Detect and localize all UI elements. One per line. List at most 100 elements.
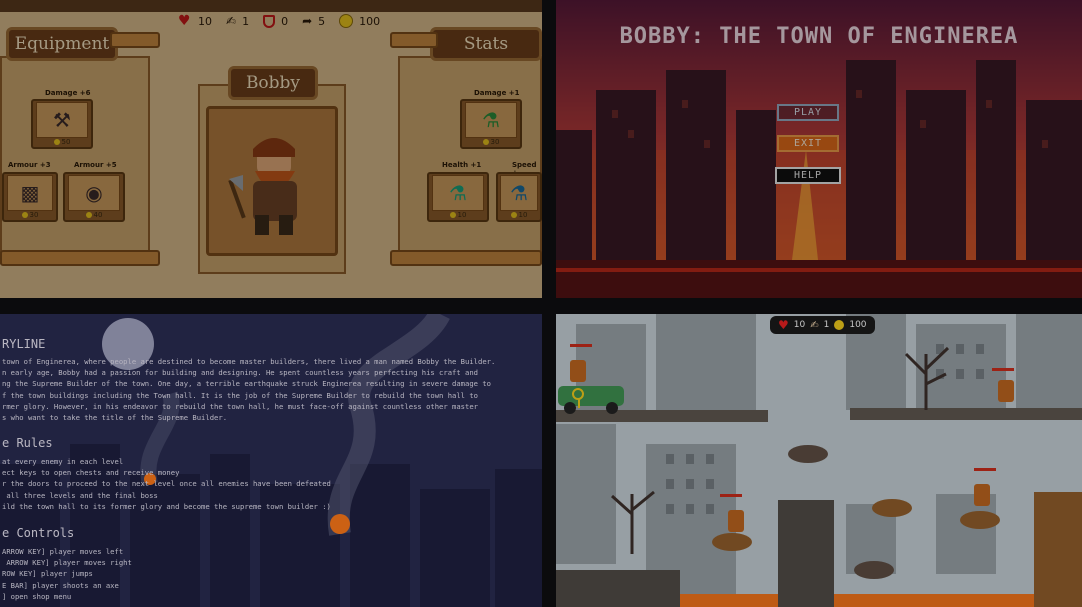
hud-health-value: 10: [793, 320, 806, 330]
storyline-heading: RYLINE: [2, 337, 46, 351]
shop-item-health-potion[interactable]: ⚗ 10: [427, 172, 489, 222]
item-price: 30: [21, 211, 39, 219]
shop-item-speed-potion[interactable]: ⚗ 10: [496, 172, 542, 222]
item-label: Health +1: [442, 161, 482, 169]
item-label: Damage +6: [45, 89, 91, 97]
hud-gold-value: 100: [359, 14, 381, 28]
character-portrait: [206, 106, 338, 256]
item-price: 40: [85, 211, 103, 219]
hud-armour-value: 0: [281, 14, 289, 28]
armour-shield-icon: [263, 14, 276, 28]
stats-scroll-roll-top: [390, 32, 438, 48]
gold-coin-icon: [510, 212, 517, 218]
wooden-shield-icon: ▩: [7, 175, 53, 211]
help-label: HELP: [793, 170, 823, 181]
gold-coin-icon: [53, 139, 60, 145]
item-price: 10: [449, 211, 467, 219]
storyline-line: n early age, Bobby had a passion for bui…: [2, 368, 478, 378]
shop-item-strength-potion[interactable]: ⚗ 30: [460, 99, 522, 149]
gold-coin-icon: [482, 139, 489, 145]
item-price-value: 30: [490, 138, 500, 146]
hud-speed-value: 5: [318, 14, 326, 28]
storyline-text: town of Enginerea, where people are dest…: [2, 356, 495, 423]
item-price-value: 40: [93, 211, 103, 219]
shop-item-round-shield[interactable]: ◉ 40: [63, 172, 125, 222]
speed-potion-icon: ⚗: [500, 175, 538, 211]
stats-title: Stats: [463, 34, 509, 54]
round-shield-icon: ◉: [68, 175, 120, 211]
shop-item-battle-axe[interactable]: ⚒ 50: [31, 99, 93, 149]
level-scene: [556, 314, 1082, 607]
item-price-value: 10: [457, 211, 467, 219]
health-potion-icon: ⚗: [432, 175, 484, 211]
stats-scroll: [398, 56, 542, 264]
item-price: 50: [53, 138, 71, 146]
level-hud: ♥ 10 ✍ 1 100: [770, 316, 875, 334]
gold-coin-icon: [21, 212, 28, 218]
gold-coin-icon: [339, 14, 354, 28]
rules-heading: e Rules: [2, 436, 53, 450]
controls-text: ARROW KEY] player moves left ARROW KEY] …: [2, 546, 132, 602]
strength-arm-icon: ✍: [810, 319, 819, 331]
strength-potion-icon: ⚗: [465, 102, 517, 138]
controls-heading: e Controls: [2, 526, 75, 540]
rule-line: ect keys to open chests and receive mone…: [2, 468, 180, 478]
shop-top-border: [0, 0, 542, 12]
rule-line: ild the town hall to its former glory an…: [2, 501, 331, 511]
gold-coin-icon: [834, 320, 845, 330]
stats-banner: Stats: [430, 27, 542, 61]
hud-health-value: 10: [198, 14, 212, 28]
hud-strength-value: 1: [242, 14, 250, 28]
hud-gold-value: 100: [849, 320, 867, 330]
gold-coin-icon: [449, 212, 456, 218]
rule-line: r the doors to proceed to the next level…: [2, 479, 331, 489]
item-price: 30: [482, 138, 500, 146]
control-line: ROW KEY] player jumps: [2, 569, 93, 579]
help-button[interactable]: HELP: [775, 167, 841, 184]
play-label: PLAY: [793, 107, 823, 118]
hud-strength-value: 1: [823, 320, 830, 330]
control-line: ARROW KEY] player moves left: [2, 547, 124, 556]
shop-item-wooden-shield[interactable]: ▩ 30: [2, 172, 58, 222]
control-line: E BAR] player shoots an axe: [2, 580, 119, 590]
story-help-screen: RYLINE town of Enginerea, where people a…: [0, 314, 542, 607]
exit-label: EXIT: [793, 138, 823, 149]
storyline-line: town of Enginerea, where people are dest…: [2, 357, 496, 366]
item-price-value: 10: [518, 211, 528, 219]
item-label: Armour +3: [8, 161, 51, 169]
heart-icon: ♥: [178, 13, 191, 29]
rule-line: all three levels and the final boss: [2, 490, 158, 500]
rules-text: at every enemy in each level ect keys to…: [2, 456, 331, 512]
item-price-value: 50: [61, 138, 71, 146]
speed-runner-icon: ➦: [302, 14, 313, 28]
storyline-line: f the town buildings including the Town …: [2, 390, 478, 400]
dwarf-builder-icon: [228, 138, 297, 235]
item-price-value: 30: [29, 211, 39, 219]
equipment-banner: Equipment: [6, 27, 118, 61]
gold-coin-icon: [85, 212, 92, 218]
equipment-scroll-roll: [0, 250, 160, 266]
exit-button[interactable]: EXIT: [777, 135, 839, 152]
equipment-scroll-roll-top: [110, 32, 160, 48]
control-line: ] open shop menu: [2, 591, 72, 601]
heart-icon: ♥: [778, 318, 789, 332]
storyline-line: rmer glory. However, in his endeavor to …: [2, 401, 478, 411]
equipment-title: Equipment: [14, 34, 110, 54]
shop-screen: ♥ 10 ✍ 1 0 ➦ 5 100 Equipment Damage +6 ⚒…: [0, 0, 542, 298]
shop-hud: ♥ 10 ✍ 1 0 ➦ 5 100: [178, 14, 388, 28]
gameplay-level-screen: ♥ 10 ✍ 1 100: [556, 314, 1082, 607]
strength-arm-icon: ✍: [226, 14, 237, 28]
main-menu-screen: BOBBY: THE TOWN OF ENGINEREA PLAY EXIT H…: [556, 0, 1082, 298]
character-name: Bobby: [245, 73, 301, 93]
play-button[interactable]: PLAY: [777, 104, 839, 121]
character-banner: Bobby: [228, 66, 318, 100]
control-line: ARROW KEY] player moves right: [2, 558, 132, 568]
stats-scroll-roll: [390, 250, 542, 266]
item-price: 10: [510, 211, 528, 219]
item-label: Armour +5: [74, 161, 117, 169]
item-label: Damage +1: [474, 89, 520, 97]
equipment-scroll: [0, 56, 150, 264]
storyline-line: ng the Supreme Builder of the town. One …: [2, 379, 491, 389]
storyline-line: s who want to take the title of the Supr…: [2, 413, 228, 423]
battle-axe-icon: ⚒: [36, 102, 88, 138]
